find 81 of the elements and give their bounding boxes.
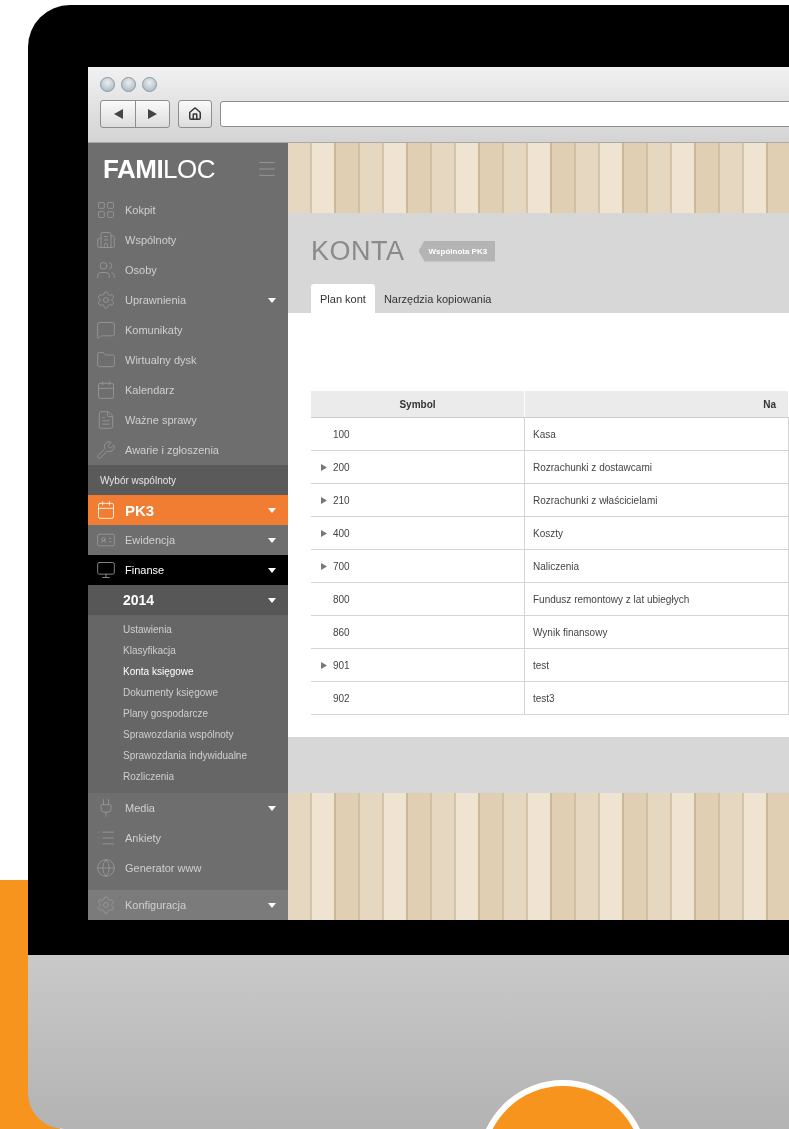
table-cell-text: 100 [332, 428, 351, 440]
table-cell: 200 [321, 461, 524, 473]
sidebar-item[interactable]: Awarie i zgłoszenia [88, 435, 288, 465]
menu-item-icon [96, 290, 116, 310]
sidebar-item[interactable]: Finanse [88, 555, 288, 585]
column-header: Symbol [311, 391, 525, 418]
submenu-item[interactable]: Plany gospodarcze [88, 703, 288, 724]
expand-icon[interactable] [321, 562, 327, 570]
table-cell: Rozrachunki z dostawcami [524, 450, 789, 484]
community-selector[interactable]: PK3 [88, 495, 288, 525]
menu-item-icon [96, 260, 116, 280]
table-cell: 700 [321, 560, 524, 572]
submenu-item[interactable]: Ustawienia [88, 619, 288, 640]
table-cell: 400 [321, 527, 524, 539]
menu-item-icon [96, 440, 116, 460]
caret-icon [268, 537, 276, 543]
menu-item-icon [96, 350, 116, 370]
year-selector[interactable]: 2014 [88, 585, 288, 615]
submenu-item[interactable]: Klasyfikacja [88, 640, 288, 661]
submenu-item[interactable]: Rozliczenia [88, 766, 288, 787]
forward-icon [148, 109, 157, 119]
table-cell: 901 [321, 659, 524, 671]
caret-icon [268, 902, 276, 908]
menu-item-icon [96, 410, 116, 430]
sidebar-item[interactable]: Ewidencja [88, 525, 288, 555]
submenu-item[interactable]: Sprawozdania wspólnoty [88, 724, 288, 745]
gear-icon [96, 895, 116, 915]
community-tag: Wspólnota PK3 [418, 240, 496, 262]
sidebar-item[interactable]: Ankiety [88, 823, 288, 853]
menu-item-icon [96, 230, 116, 250]
caret-icon [268, 567, 276, 573]
sidebar-item[interactable]: Kokpit [88, 195, 288, 225]
expand-icon[interactable] [321, 463, 327, 471]
home-button[interactable] [178, 100, 212, 128]
tab[interactable]: Narzędzia kopiowania [374, 284, 501, 313]
tab[interactable]: Plan kont [311, 284, 375, 313]
sidebar-item[interactable]: Ważne sprawy [88, 405, 288, 435]
sidebar-item[interactable]: Generator www [88, 853, 288, 883]
home-icon [188, 107, 202, 121]
sidebar-item[interactable]: Kalendarz [88, 375, 288, 405]
sidebar-item[interactable]: Komunikaty [88, 315, 288, 345]
submenu-item[interactable]: Dokumenty księgowe [88, 682, 288, 703]
caret-icon [268, 297, 276, 303]
caret-icon [268, 507, 276, 513]
caret-icon [268, 597, 276, 603]
logo: FAMILOC [103, 153, 216, 185]
table-cell: test3 [524, 681, 789, 715]
table-cell: Koszty [524, 516, 789, 550]
menu-item-icon [96, 858, 116, 878]
menu-item-icon [96, 560, 116, 580]
table-cell-text: 800 [332, 593, 351, 605]
menu-item-icon [96, 200, 116, 220]
submenu-item[interactable]: Konta księgowe [88, 661, 288, 682]
sidebar-item[interactable]: Konfiguracja [88, 890, 288, 920]
menu-item-icon [96, 320, 116, 340]
sidebar-item[interactable]: Wirtualny dysk [88, 345, 288, 375]
table-cell: 210 [321, 494, 524, 506]
column-header: Na [524, 391, 789, 418]
sidebar-item[interactable]: Wspólnoty [88, 225, 288, 255]
submenu-item[interactable]: Sprawozdania indywidualne [88, 745, 288, 766]
expand-icon[interactable] [321, 529, 327, 537]
section-title: Wybór wspólnoty [88, 465, 288, 495]
table-cell: Fundusz remontowy z lat ubiegłych [524, 582, 789, 616]
table-cell: Naliczenia [524, 549, 789, 583]
address-field[interactable] [220, 101, 789, 127]
table-cell: test [524, 648, 789, 682]
sidebar-item[interactable]: Osoby [88, 255, 288, 285]
back-icon [113, 109, 123, 119]
menu-item-icon [96, 380, 116, 400]
sidebar-item[interactable]: Uprawnienia [88, 285, 288, 315]
caret-icon [268, 805, 276, 811]
table-cell-text: 902 [332, 692, 351, 704]
expand-icon[interactable] [321, 661, 327, 669]
expand-icon[interactable] [321, 496, 327, 504]
table-cell: Kasa [524, 417, 789, 451]
table-cell: Rozrachunki z właścicielami [524, 483, 789, 517]
sidebar-item[interactable]: Media [88, 793, 288, 823]
page-title: KONTA [311, 235, 405, 267]
table-cell-text: 860 [332, 626, 351, 638]
table-cell: Wynik finansowy [524, 615, 789, 649]
calendar-icon [96, 500, 116, 520]
